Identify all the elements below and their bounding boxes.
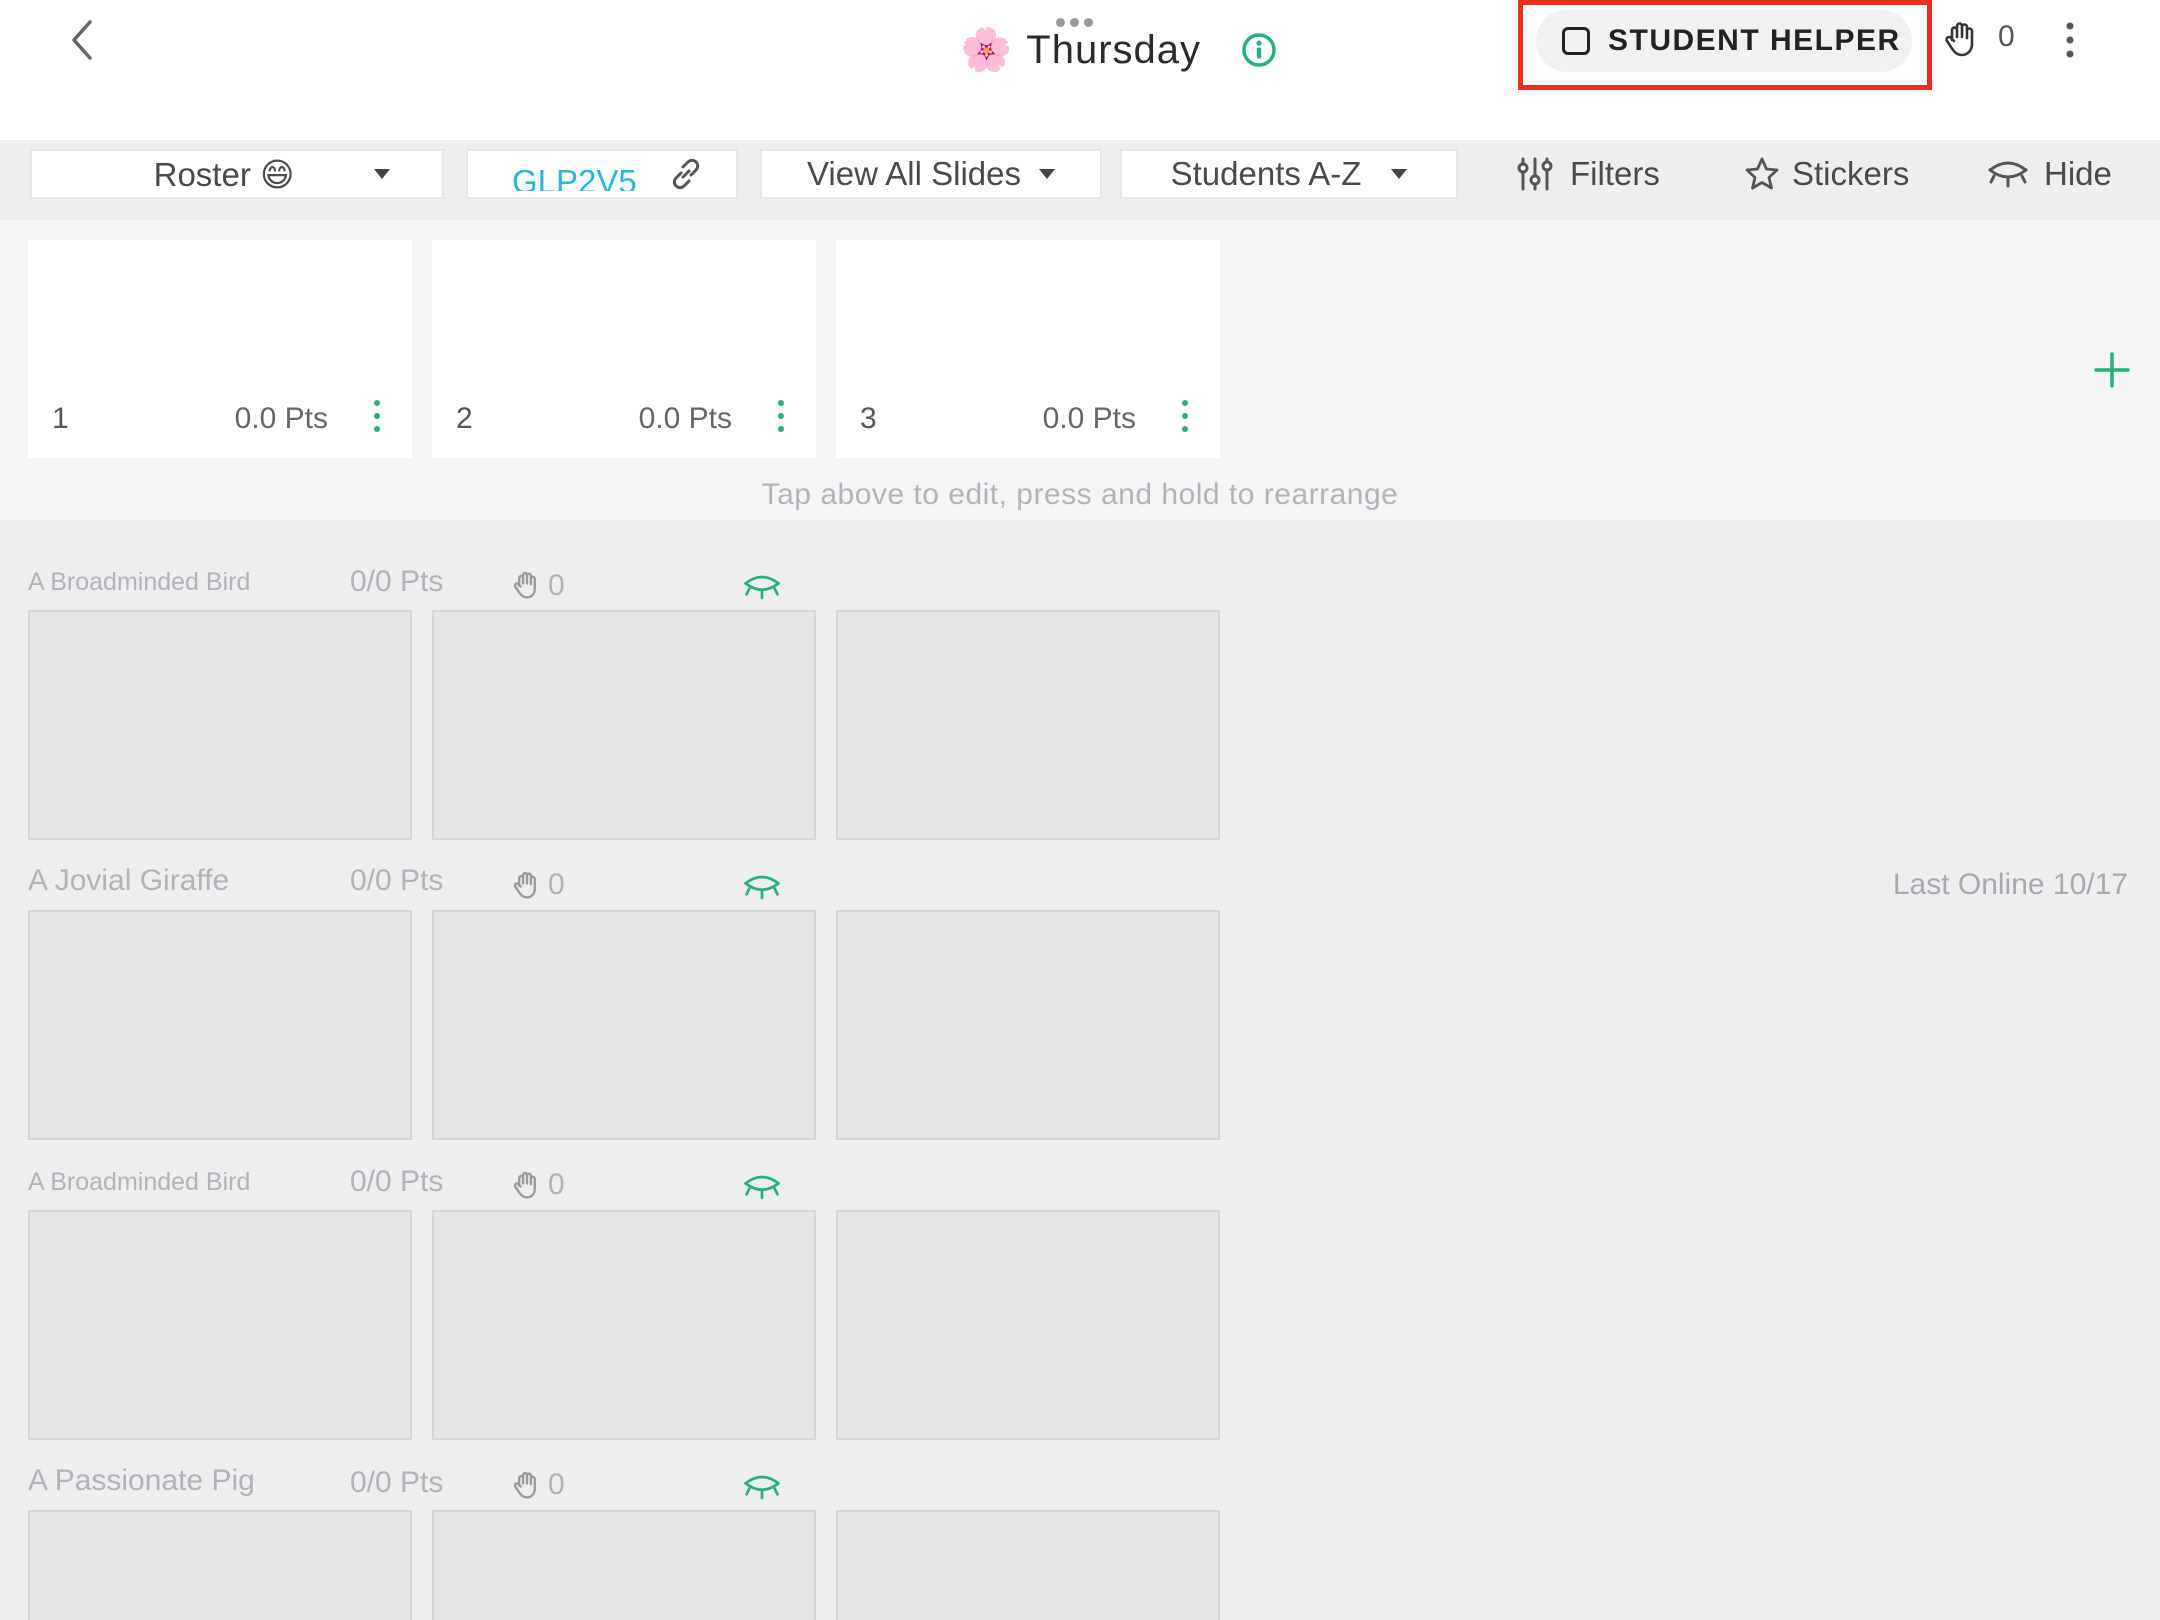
- star-icon: [1745, 157, 1779, 190]
- student-slide-thumbnail[interactable]: [836, 910, 1220, 1140]
- student-slide-thumbnail[interactable]: [432, 910, 816, 1140]
- sort-dropdown[interactable]: Students A-Z: [1120, 149, 1458, 199]
- closed-eye-icon[interactable]: [742, 872, 782, 902]
- student-slide-thumbnail[interactable]: [28, 910, 412, 1140]
- info-icon[interactable]: [1241, 32, 1277, 68]
- roster-label: Roster 😄: [153, 155, 295, 193]
- raised-hand-icon: [513, 571, 536, 599]
- filters-label: Filters: [1570, 155, 1660, 192]
- student-name[interactable]: A Broadminded Bird: [28, 568, 250, 597]
- last-online: Last Online 10/17: [1892, 868, 2128, 901]
- slide-number: 2: [456, 402, 473, 435]
- closed-eye-icon: [1988, 161, 2028, 188]
- student-slide-thumbnail[interactable]: [28, 1210, 412, 1440]
- closed-eye-icon[interactable]: [742, 1172, 782, 1202]
- raised-hand-icon[interactable]: [1944, 20, 1980, 58]
- closed-eye-icon[interactable]: [742, 572, 782, 602]
- student-name[interactable]: A Broadminded Bird: [28, 1168, 250, 1197]
- student-points: 0/0 Pts: [350, 864, 444, 897]
- slide-points: 0.0 Pts: [638, 402, 732, 435]
- slide-points: 0.0 Pts: [234, 402, 328, 435]
- raised-hands-count: 0: [1998, 20, 2015, 53]
- student-slide-thumbnail[interactable]: [836, 610, 1220, 840]
- class-code-box[interactable]: GLP2V5: [466, 149, 738, 199]
- slide-card[interactable]: 2 0.0 Pts: [432, 240, 816, 458]
- view-slides-label: View All Slides: [806, 155, 1021, 192]
- more-vertical-icon[interactable]: [776, 400, 786, 438]
- student-helper-label: STUDENT HELPER: [1608, 24, 1901, 57]
- view-slides-dropdown[interactable]: View All Slides: [760, 149, 1102, 199]
- stickers-button[interactable]: Stickers: [1744, 150, 1909, 198]
- sort-label: Students A-Z: [1170, 155, 1362, 192]
- sliders-icon: [1517, 157, 1553, 191]
- student-points: 0/0 Pts: [350, 565, 444, 598]
- chevron-left-icon: [72, 20, 92, 60]
- student-points: 0/0 Pts: [350, 1165, 444, 1198]
- raised-hand-icon: [513, 1171, 536, 1199]
- student-hands-count: 0: [548, 569, 565, 602]
- student-name[interactable]: A Passionate Pig: [28, 1464, 255, 1498]
- student-hands-count: 0: [548, 868, 565, 901]
- student-slide-thumbnail[interactable]: [28, 1510, 412, 1620]
- chevron-down-icon: [374, 169, 391, 179]
- student-slide-thumbnail[interactable]: [432, 1510, 816, 1620]
- rearrange-hint: Tap above to edit, press and hold to rea…: [761, 478, 1399, 511]
- slide-card[interactable]: 3 0.0 Pts: [836, 240, 1220, 458]
- chevron-down-icon: [1391, 169, 1408, 179]
- stickers-label: Stickers: [1792, 155, 1910, 192]
- raised-hand-icon: [513, 1471, 536, 1499]
- lesson-title-group: 🌸 Thursday: [960, 22, 1277, 78]
- student-name[interactable]: A Jovial Giraffe: [28, 864, 229, 898]
- student-hands-count: 0: [548, 1168, 565, 1201]
- title-emoji: 🌸: [960, 25, 1013, 74]
- student-points: 0/0 Pts: [350, 1466, 444, 1499]
- more-vertical-icon[interactable]: [2058, 18, 2082, 64]
- hide-label: Hide: [2044, 155, 2112, 192]
- plus-icon[interactable]: [2092, 350, 2132, 390]
- student-slide-thumbnail[interactable]: [28, 610, 412, 840]
- student-slide-thumbnail[interactable]: [432, 1210, 816, 1440]
- page-title: Thursday: [1026, 27, 1202, 72]
- student-hands-count: 0: [548, 1468, 565, 1501]
- student-helper-button[interactable]: STUDENT HELPER: [1536, 10, 1912, 72]
- closed-eye-icon[interactable]: [742, 1472, 782, 1502]
- back-button[interactable]: [62, 18, 102, 62]
- chevron-down-icon: [1039, 169, 1055, 179]
- student-slide-thumbnail[interactable]: [836, 1210, 1220, 1440]
- filters-button[interactable]: Filters: [1516, 150, 1660, 198]
- student-helper-checkbox[interactable]: [1562, 27, 1590, 55]
- slide-card[interactable]: 1 0.0 Pts: [28, 240, 412, 458]
- slide-number: 3: [860, 402, 877, 435]
- more-vertical-icon[interactable]: [1180, 400, 1190, 438]
- student-slide-thumbnail[interactable]: [836, 1510, 1220, 1620]
- hide-button[interactable]: Hide: [1986, 150, 2112, 198]
- class-code: GLP2V5: [512, 163, 637, 191]
- slide-number: 1: [52, 402, 69, 435]
- student-slide-thumbnail[interactable]: [432, 610, 816, 840]
- link-icon[interactable]: [667, 155, 705, 193]
- slide-points: 0.0 Pts: [1042, 402, 1136, 435]
- more-vertical-icon[interactable]: [372, 400, 382, 438]
- roster-dropdown[interactable]: Roster 😄: [30, 149, 444, 199]
- raised-hand-icon: [513, 871, 536, 899]
